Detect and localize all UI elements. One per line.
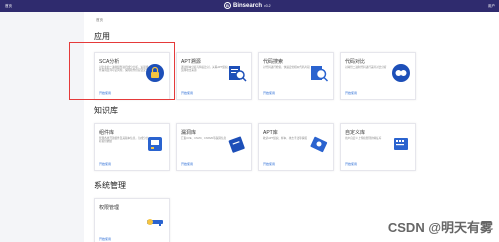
card-link[interactable]: 开始使用 [263,91,275,95]
card-title: 自定义库 [345,130,366,136]
user-menu[interactable]: 用户 [488,4,495,9]
top-navbar: 首页 B Binsearch v3.2 用户 [0,0,499,12]
card-desc: 收录APT组织、样本、攻击手法等情报 [263,137,307,140]
section-title-knowledge: 知识库 [94,106,118,115]
card-apt-lib[interactable]: APT库 收录APT组织、样本、攻击手法等情报 开始使用 [258,123,334,171]
card-title: 漏洞库 [181,130,197,136]
bug-icon [228,136,245,153]
brand-logo-icon: B [224,2,231,9]
section-title-system: 系统管理 [94,181,126,190]
card-desc: 对代码进行检索，快速定位相似代码片段 [263,66,310,69]
watermark: CSDN @明天有雾 [387,220,493,235]
card-code-search[interactable]: 代码搜索 对代码进行检索，快速定位相似代码片段 开始使用 [258,52,334,100]
card-permission-mgmt[interactable]: 权限管理 开始使用 [94,198,170,242]
card-custom-lib[interactable]: 自定义库 用户自定义上传和管理的特征库 开始使用 [340,123,416,171]
document-search-icon [229,66,247,82]
card-desc: 通过样本分析与特征比对，关联APT组织，追溯攻击来源 [181,66,231,73]
brand-version: v3.2 [264,3,271,8]
card-vuln-lib[interactable]: 漏洞库 汇集CVE、CNVD、CNNVD等漏洞信息 开始使用 [176,123,252,171]
card-link[interactable]: 开始使用 [345,162,357,166]
card-desc: 用户自定义上传和管理的特征库 [345,137,382,140]
brand: B Binsearch v3.2 [224,2,271,9]
card-desc: 对两份二进制代码进行差异对比分析 [345,66,387,69]
card-title: 组件库 [99,130,115,136]
card-link[interactable]: 开始使用 [181,162,193,166]
card-title: 权限管理 [99,205,120,211]
compare-icon [392,64,410,82]
card-code-compare[interactable]: 代码对比 对两份二进制代码进行差异对比分析 开始使用 [340,52,416,100]
card-link[interactable]: 开始使用 [99,162,111,166]
breadcrumb[interactable]: 首页 [96,18,103,23]
card-link[interactable]: 开始使用 [345,91,357,95]
key-icon [147,219,163,226]
card-title: APT溯源 [181,59,201,65]
custom-library-icon [394,138,408,150]
home-link[interactable]: 首页 [5,4,12,9]
code-search-icon [311,66,329,82]
card-link[interactable]: 开始使用 [99,237,111,241]
section-title-apps: 应用 [94,32,110,41]
component-icon [148,137,162,151]
card-apt-trace[interactable]: APT溯源 通过样本分析与特征比对，关联APT组织，追溯攻击来源 开始使用 [176,52,252,100]
card-desc: 管理各类开源组件及其版本信息，为成分分析提供依据 [99,137,149,144]
card-link[interactable]: 开始使用 [263,162,275,166]
brand-name: Binsearch [233,2,263,9]
card-desc: 汇集CVE、CNVD、CNNVD等漏洞信息 [181,137,227,140]
card-title: 代码对比 [345,59,366,65]
card-title: 代码搜索 [263,59,284,65]
annotation-highlight-box [69,42,175,100]
card-title: APT库 [263,130,278,136]
card-component-lib[interactable]: 组件库 管理各类开源组件及其版本信息，为成分分析提供依据 开始使用 [94,123,170,171]
threat-intel-icon [310,136,328,153]
card-link[interactable]: 开始使用 [181,91,193,95]
